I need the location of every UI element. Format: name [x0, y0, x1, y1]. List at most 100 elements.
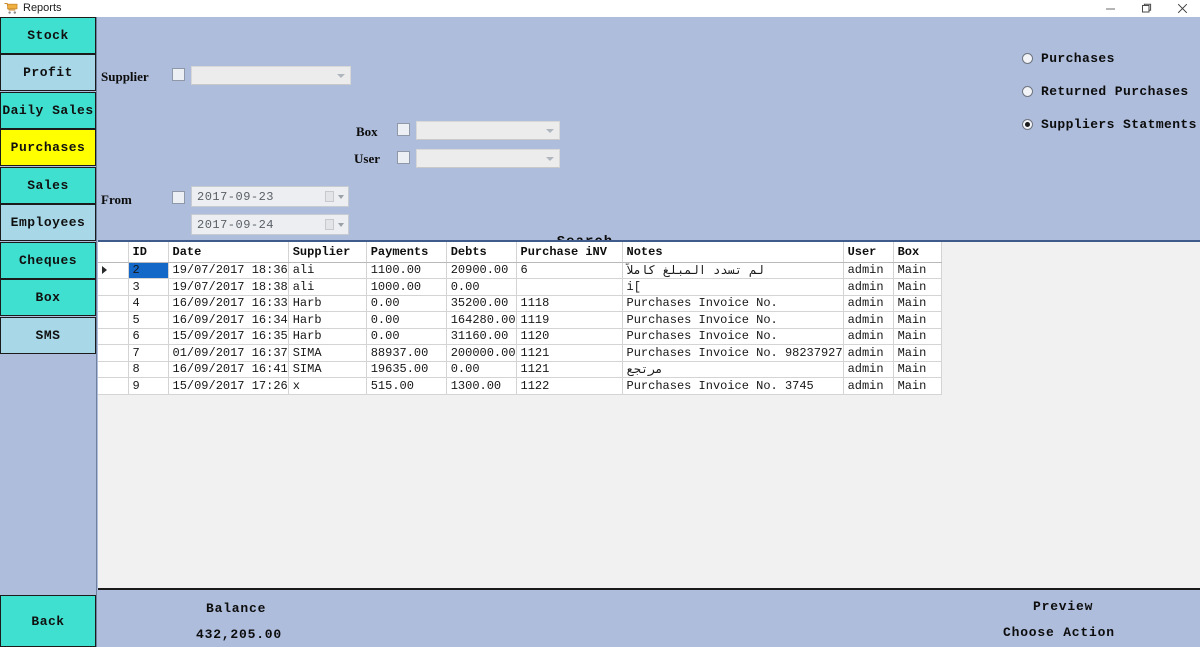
cell-supplier[interactable]: x — [288, 377, 367, 395]
cell-box[interactable]: Main — [893, 295, 942, 312]
supplier-checkbox[interactable] — [172, 68, 185, 81]
cell-user[interactable]: admin — [843, 361, 894, 378]
cell-payments[interactable]: 1100.00 — [366, 262, 447, 279]
cell-debts[interactable]: 35200.00 — [446, 295, 517, 312]
table-row[interactable]: 4 16/09/2017 16:33 Harb 0.00 35200.00 11… — [98, 295, 942, 312]
cell-notes[interactable]: Purchases Invoice No. — [622, 295, 844, 312]
cell-notes[interactable]: i[ — [622, 278, 844, 296]
supplier-select[interactable] — [191, 66, 351, 85]
sidebar-item-sales[interactable]: Sales — [0, 167, 96, 204]
cell-user[interactable]: admin — [843, 262, 894, 279]
table-row[interactable]: 3 19/07/2017 18:38 ali 1000.00 0.00 i[ a… — [98, 278, 942, 296]
box-select[interactable] — [416, 121, 560, 140]
cell-date[interactable]: 16/09/2017 16:41 — [168, 361, 289, 378]
cell-id[interactable]: 5 — [128, 311, 169, 329]
cell-supplier[interactable]: SIMA — [288, 344, 367, 362]
cell-debts[interactable]: 164280.00 — [446, 311, 517, 329]
cell-supplier[interactable]: Harb — [288, 295, 367, 312]
cell-id[interactable]: 4 — [128, 295, 169, 312]
cell-supplier[interactable]: ali — [288, 262, 367, 279]
cell-date[interactable]: 15/09/2017 17:26 — [168, 377, 289, 395]
user-checkbox[interactable] — [397, 151, 410, 164]
sidebar-item-profit[interactable]: Profit — [0, 54, 96, 91]
cell-debts[interactable]: 1300.00 — [446, 377, 517, 395]
cell-payments[interactable]: 0.00 — [366, 311, 447, 329]
cell-debts[interactable]: 200000.00 — [446, 344, 517, 362]
cell-date[interactable]: 01/09/2017 16:37 — [168, 344, 289, 362]
cell-purchase-inv[interactable]: 1119 — [516, 311, 623, 329]
cell-purchase-inv[interactable]: 1118 — [516, 295, 623, 312]
cell-user[interactable]: admin — [843, 295, 894, 312]
sidebar-item-purchases[interactable]: Purchases — [0, 129, 96, 166]
cell-notes[interactable]: لم تسدد المبلغ كاملاً — [622, 262, 844, 279]
cell-id[interactable]: 6 — [128, 328, 169, 345]
table-row[interactable]: 5 16/09/2017 16:34 Harb 0.00 164280.00 1… — [98, 311, 942, 329]
sidebar-item-stock[interactable]: Stock — [0, 17, 96, 54]
cell-supplier[interactable]: Harb — [288, 328, 367, 345]
cell-notes[interactable]: مرتجع — [622, 361, 844, 378]
cell-user[interactable]: admin — [843, 278, 894, 296]
cell-debts[interactable]: 20900.00 — [446, 262, 517, 279]
radio-suppliers-statments[interactable]: Suppliers Statments — [1022, 117, 1197, 132]
cell-purchase-inv[interactable]: 1122 — [516, 377, 623, 395]
column-header-user[interactable]: User — [843, 242, 894, 263]
sidebar-item-employees[interactable]: Employees — [0, 204, 96, 241]
cell-id[interactable]: 3 — [128, 278, 169, 296]
cell-box[interactable]: Main — [893, 278, 942, 296]
cell-purchase-inv[interactable]: 1121 — [516, 361, 623, 378]
close-button[interactable] — [1164, 0, 1200, 17]
cell-box[interactable]: Main — [893, 361, 942, 378]
cell-user[interactable]: admin — [843, 328, 894, 345]
radio-purchases[interactable]: Purchases — [1022, 51, 1115, 66]
table-row[interactable]: 8 16/09/2017 16:41 SIMA 19635.00 0.00 11… — [98, 361, 942, 378]
sidebar-item-daily-sales[interactable]: Daily Sales — [0, 92, 96, 129]
cell-box[interactable]: Main — [893, 262, 942, 279]
box-checkbox[interactable] — [397, 123, 410, 136]
cell-box[interactable]: Main — [893, 344, 942, 362]
column-header-debts[interactable]: Debts — [446, 242, 517, 263]
cell-date[interactable]: 19/07/2017 18:36 — [168, 262, 289, 279]
date-to-input[interactable]: 2017-09-24 — [191, 214, 349, 235]
cell-debts[interactable]: 31160.00 — [446, 328, 517, 345]
cell-purchase-inv[interactable]: 6 — [516, 262, 623, 279]
cell-purchase-inv[interactable] — [516, 278, 623, 296]
table-row[interactable]: 9 15/09/2017 17:26 x 515.00 1300.00 1122… — [98, 377, 942, 395]
cell-user[interactable]: admin — [843, 311, 894, 329]
cell-supplier[interactable]: SIMA — [288, 361, 367, 378]
table-row[interactable]: 7 01/09/2017 16:37 SIMA 88937.00 200000.… — [98, 344, 942, 362]
cell-payments[interactable]: 515.00 — [366, 377, 447, 395]
column-header-notes[interactable]: Notes — [622, 242, 844, 263]
cell-payments[interactable]: 19635.00 — [366, 361, 447, 378]
cell-id[interactable]: 2 — [128, 262, 169, 279]
cell-notes[interactable]: Purchases Invoice No. — [622, 311, 844, 329]
cell-notes[interactable]: Purchases Invoice No. 3745 — [622, 377, 844, 395]
cell-supplier[interactable]: ali — [288, 278, 367, 296]
preview-button[interactable]: Preview — [1033, 599, 1093, 614]
column-header-id[interactable]: ID — [128, 242, 169, 263]
choose-action-button[interactable]: Choose Action — [1003, 625, 1115, 640]
minimize-button[interactable] — [1092, 0, 1128, 17]
cell-payments[interactable]: 88937.00 — [366, 344, 447, 362]
sidebar-item-cheques[interactable]: Cheques — [0, 242, 96, 279]
column-header-payments[interactable]: Payments — [366, 242, 447, 263]
date-from-input[interactable]: 2017-09-23 — [191, 186, 349, 207]
cell-purchase-inv[interactable]: 1121 — [516, 344, 623, 362]
cell-date[interactable]: 16/09/2017 16:33 — [168, 295, 289, 312]
back-button[interactable]: Back — [0, 595, 96, 647]
column-header-purchase-inv[interactable]: Purchase iNV — [516, 242, 623, 263]
from-checkbox[interactable] — [172, 191, 185, 204]
cell-id[interactable]: 8 — [128, 361, 169, 378]
cell-notes[interactable]: Purchases Invoice No. 98237927 — [622, 344, 844, 362]
cell-payments[interactable]: 1000.00 — [366, 278, 447, 296]
cell-date[interactable]: 19/07/2017 18:38 — [168, 278, 289, 296]
cell-supplier[interactable]: Harb — [288, 311, 367, 329]
cell-date[interactable]: 16/09/2017 16:34 — [168, 311, 289, 329]
cell-user[interactable]: admin — [843, 344, 894, 362]
table-row[interactable]: 6 15/09/2017 16:35 Harb 0.00 31160.00 11… — [98, 328, 942, 345]
cell-id[interactable]: 9 — [128, 377, 169, 395]
cell-box[interactable]: Main — [893, 311, 942, 329]
column-header-box[interactable]: Box — [893, 242, 942, 263]
column-header-supplier[interactable]: Supplier — [288, 242, 367, 263]
sidebar-item-sms[interactable]: SMS — [0, 317, 96, 354]
cell-box[interactable]: Main — [893, 328, 942, 345]
